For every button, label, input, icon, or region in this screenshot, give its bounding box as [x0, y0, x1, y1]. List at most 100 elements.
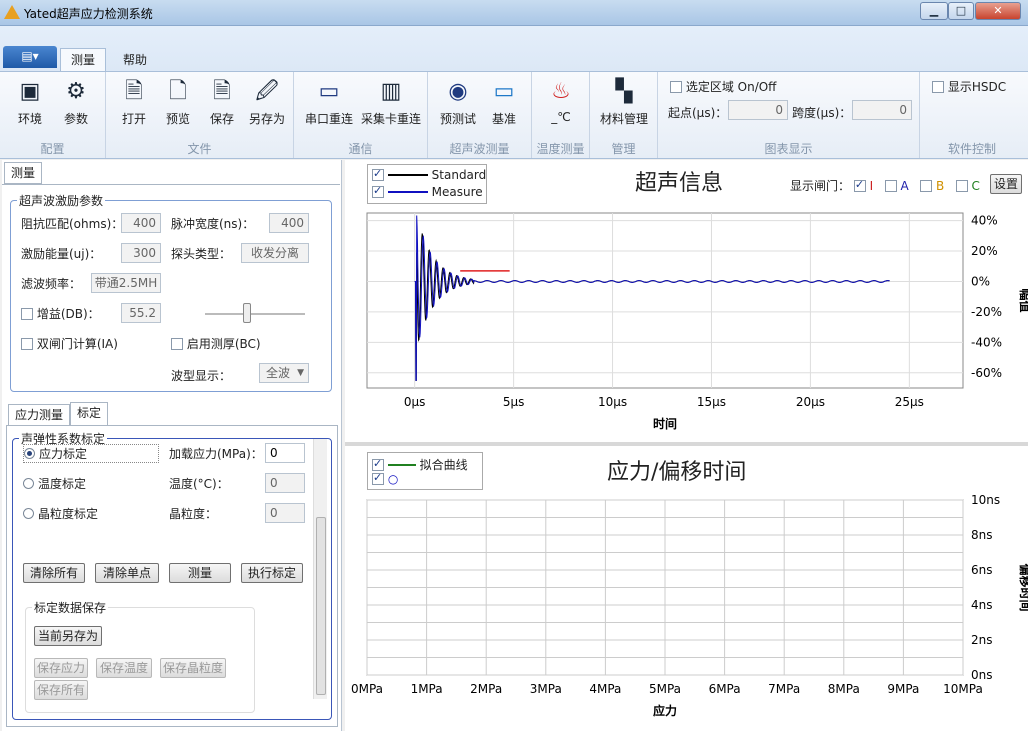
clear-point-button[interactable]: 清除单点	[95, 563, 159, 583]
temp-input[interactable]: 0	[265, 473, 305, 493]
select-region-checkbox[interactable]	[670, 81, 682, 93]
thickness-checkbox[interactable]	[171, 338, 183, 350]
tab-measure[interactable]: 测量	[60, 48, 107, 72]
x-tick-label: 7MPa	[768, 682, 800, 696]
tab-stress-measure[interactable]: 应力测量	[8, 404, 71, 426]
dual-gate-checkbox[interactable]	[21, 338, 33, 350]
impedance-input[interactable]: 400	[121, 213, 161, 233]
legend-measure[interactable]: Measure	[372, 184, 483, 199]
top-chart-title: 超声信息	[635, 171, 724, 196]
execute-calibration-button[interactable]: 执行标定	[241, 563, 303, 583]
group-chart-display: 选定区域 On/Off 起点(μs)： 0 跨度(μs)： 0 图表显示	[658, 72, 920, 158]
env-button[interactable]: ▣ 环境	[10, 78, 50, 127]
ribbon-tab-bar: ▤▾ 测量 帮助	[0, 26, 1028, 72]
tab-calibration[interactable]: 标定	[70, 402, 109, 426]
points-checkbox[interactable]	[372, 471, 384, 485]
standard-checkbox[interactable]	[372, 167, 384, 181]
wave-select[interactable]: 全波 ▼	[259, 363, 309, 383]
gain-checkbox[interactable]	[21, 308, 33, 320]
gate-b-checkbox[interactable]	[920, 180, 933, 192]
chip-icon: ▣	[19, 79, 41, 104]
group-label: 管理	[611, 142, 636, 156]
load-input[interactable]: 0	[265, 443, 305, 463]
select-region-toggle[interactable]: 选定区域 On/Off	[670, 78, 776, 95]
x-tick-label: 0μs	[404, 395, 426, 409]
top-legend: Standard Measure	[367, 164, 487, 204]
group-title: 标定数据保存	[32, 599, 109, 616]
save-all-button[interactable]: 保存所有	[34, 680, 88, 700]
filter-select[interactable]: 带通2.5MH	[91, 273, 161, 293]
window-title: Yated超声应力检测系统	[24, 7, 153, 21]
temp-cal-radio[interactable]: 温度标定	[23, 475, 86, 492]
title-bar: Yated超声应力检测系统 ▁ □ ✕	[0, 0, 1028, 26]
legend-standard[interactable]: Standard	[372, 167, 486, 182]
show-hsdc-toggle[interactable]: 显示HSDC	[932, 78, 1006, 95]
open-button[interactable]: 🗎 打开	[114, 78, 154, 127]
tab-help[interactable]: 帮助	[112, 48, 158, 72]
legend-points[interactable]: ○	[372, 471, 398, 486]
open-file-icon: 🗎	[125, 79, 143, 104]
show-hsdc-checkbox[interactable]	[932, 81, 944, 93]
temp-cal-radio-dot[interactable]	[23, 478, 34, 489]
x-tick-label: 5μs	[503, 395, 525, 409]
gate-a-checkbox[interactable]	[884, 180, 897, 192]
gate-c-checkbox[interactable]	[955, 180, 968, 192]
gate-c-label: C	[971, 179, 980, 193]
pulse-width-input[interactable]: 400	[269, 213, 309, 233]
group-comm: ▭ 串口重连 ▥ 采集卡重连 通信	[294, 72, 428, 158]
serial-reconnect-button[interactable]: ▭ 串口重连	[302, 78, 356, 127]
grain-cal-radio[interactable]: 晶粒度标定	[23, 505, 98, 522]
pretest-button[interactable]: ◉ 预测试	[436, 78, 480, 127]
x-tick-label: 3MPa	[530, 682, 562, 696]
group-label: 配置	[40, 142, 65, 156]
thermometer-icon: ♨	[551, 79, 571, 104]
calibration-scrollbar[interactable]	[313, 439, 327, 699]
save-current-as-button[interactable]: 当前另存为	[34, 626, 102, 646]
preview-button[interactable]: 🗋 预览	[158, 78, 198, 127]
maximize-button[interactable]: □	[948, 2, 974, 20]
measure-checkbox[interactable]	[372, 184, 384, 198]
save-temp-button[interactable]: 保存温度	[96, 658, 152, 678]
scrollbar-thumb[interactable]	[316, 517, 326, 695]
file-menu-button[interactable]: ▤▾	[3, 46, 57, 68]
monitor-icon: ▭	[493, 79, 515, 104]
clear-all-button[interactable]: 清除所有	[23, 563, 85, 583]
grain-input[interactable]: 0	[265, 503, 305, 523]
fit-checkbox[interactable]	[372, 457, 384, 471]
params-button[interactable]: ⚙ 参数	[56, 78, 96, 127]
start-input[interactable]: 0	[728, 100, 788, 120]
dual-gate-toggle[interactable]: 双闸门计算(IA)	[21, 335, 118, 352]
stress-cal-radio-dot[interactable]	[24, 448, 35, 459]
minimize-button[interactable]: ▁	[920, 2, 948, 20]
daq-reconnect-button[interactable]: ▥ 采集卡重连	[358, 78, 424, 127]
grain-cal-radio-dot[interactable]	[23, 508, 34, 519]
legend-fit[interactable]: 拟合曲线	[372, 456, 468, 473]
save-as-button[interactable]: 🖉 另存为	[244, 78, 290, 127]
gain-slider-thumb[interactable]	[243, 303, 251, 323]
stress-cal-radio[interactable]: 应力标定	[23, 444, 159, 463]
close-button[interactable]: ✕	[975, 2, 1021, 20]
probe-type-select[interactable]: 收发分离	[241, 243, 309, 263]
gain-input[interactable]: 55.2	[121, 303, 161, 323]
baseline-button[interactable]: ▭ 基准	[484, 78, 524, 127]
save-file-icon: 🗎	[213, 79, 231, 104]
x-tick-label: 25μs	[895, 395, 924, 409]
thickness-toggle[interactable]: 启用测厚(BC)	[171, 335, 261, 352]
gate-i-checkbox[interactable]	[853, 178, 866, 192]
energy-input[interactable]: 300	[121, 243, 161, 263]
span-input[interactable]: 0	[852, 100, 912, 120]
x-tick-label: 9MPa	[887, 682, 919, 696]
gain-slider-track[interactable]	[205, 313, 305, 315]
save-grain-button[interactable]: 保存晶粒度	[160, 658, 226, 678]
material-manage-button[interactable]: ▚ 材料管理	[596, 78, 652, 127]
save-stress-button[interactable]: 保存应力	[34, 658, 88, 678]
group-label: 图表显示	[764, 142, 813, 156]
tab-left-measure[interactable]: 测量	[4, 162, 43, 184]
save-as-icon: 🖉	[255, 79, 279, 104]
save-button[interactable]: 🗎 保存	[202, 78, 242, 127]
gain-toggle[interactable]: 增益(DB)：	[21, 305, 100, 322]
settings-button[interactable]: 设置	[990, 174, 1022, 194]
temperature-button[interactable]: ♨ _℃	[540, 78, 582, 124]
measure-button[interactable]: 测量	[169, 563, 231, 583]
gain-label: 增益(DB)：	[36, 307, 100, 321]
